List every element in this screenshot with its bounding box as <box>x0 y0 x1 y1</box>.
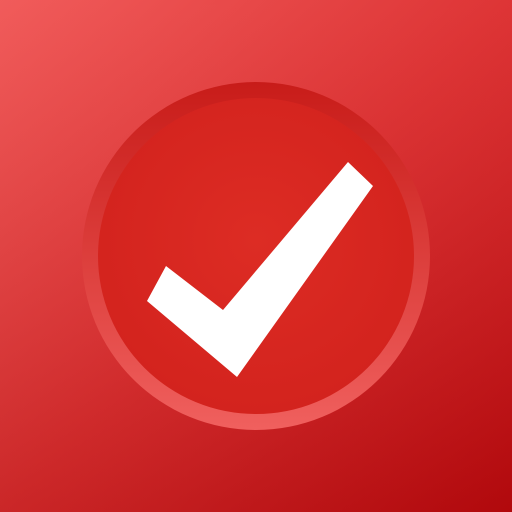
app-icon <box>0 0 512 512</box>
badge-disc <box>98 98 414 414</box>
check-badge <box>82 82 430 430</box>
